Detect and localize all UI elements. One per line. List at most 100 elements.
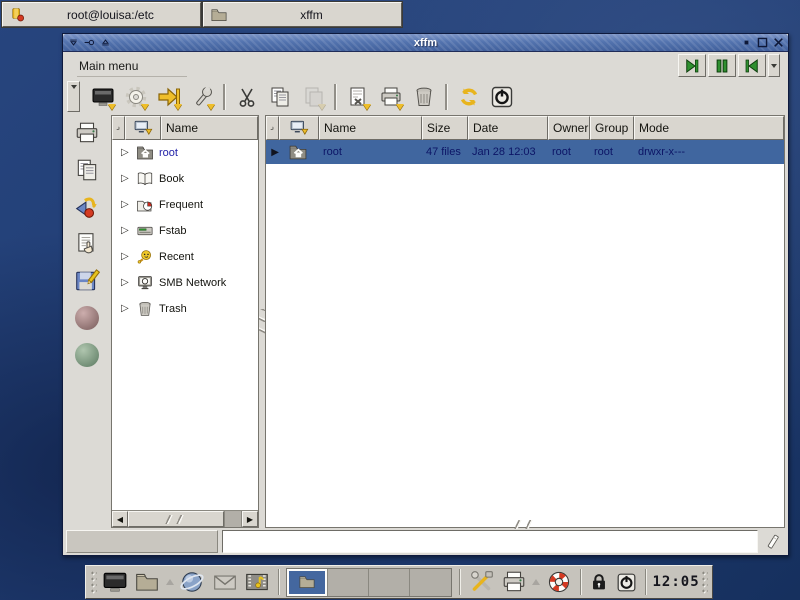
panel-settings-launcher[interactable] [467,568,496,596]
launcher-menu-arrow-icon[interactable] [532,579,540,585]
tree-header-handle[interactable]: › [112,116,125,140]
panel-browser-launcher[interactable] [178,568,207,596]
panel-help-launcher[interactable] [544,568,573,596]
skip-forward-button[interactable] [678,54,706,77]
side-print-button[interactable] [71,118,103,148]
workspace-2[interactable] [328,569,369,596]
file-row-root-selected[interactable]: ▶ root 47 files Jan 28 12:03 root root d… [266,140,784,164]
settings-button[interactable] [119,81,152,113]
tree-item-root[interactable]: ▷ root [112,140,258,166]
taskbar-button-terminal[interactable]: root@louisa:/etc [2,2,201,27]
home-folder-icon [287,143,319,162]
panel-terminal-launcher[interactable] [101,568,130,596]
taskbar-button-label: xffm [228,8,395,22]
tools-button[interactable] [185,81,218,113]
toolbar-collapse-handle[interactable] [67,81,80,112]
cut-button[interactable] [230,81,263,113]
paste-button[interactable] [296,81,329,113]
print-button[interactable] [374,81,407,113]
list-header-name[interactable]: Name [319,116,422,140]
expander-icon[interactable]: ▷ [121,148,135,158]
list-header-group[interactable]: Group [590,116,634,140]
maximize-icon[interactable] [755,36,769,50]
taskbar-button-xffm[interactable]: xffm [203,2,402,27]
panel-files-launcher[interactable] [133,568,162,596]
chevron-down-icon [71,85,77,89]
side-save-button[interactable] [71,266,103,296]
panel-grip-handle[interactable] [701,570,708,594]
file-name: root [319,146,422,158]
tree-item-frequent[interactable]: ▷ Frequent [112,192,258,218]
main-menu-item[interactable]: Main menu [77,55,187,77]
expander-icon[interactable]: ▷ [121,200,135,210]
launcher-menu-arrow-icon[interactable] [166,579,174,585]
panel-media-launcher[interactable] [243,568,272,596]
list-body[interactable] [266,164,784,527]
tree-header-icon-cell[interactable] [125,116,161,140]
tree-item-smb-network[interactable]: ▷ SMB Network [112,270,258,296]
pin-icon[interactable] [82,36,96,50]
tree-item-label: Trash [159,303,187,315]
terminal-button[interactable] [86,81,119,113]
workspace-1-active[interactable] [287,569,328,596]
expander-icon[interactable]: ▷ [121,174,135,184]
copy-icon [74,157,100,183]
titlebar[interactable]: xffm [63,34,788,52]
monitor-icon [289,118,309,138]
quit-button[interactable] [485,81,518,113]
side-differ-button[interactable] [71,192,103,222]
main-area: › Name ▷ root ▷ Book [63,114,788,530]
expander-icon[interactable]: ▷ [121,252,135,262]
package-icon [9,6,27,24]
side-copy-button[interactable] [71,155,103,185]
tree-horizontal-scrollbar[interactable]: ◀ ▶ [112,510,258,527]
panel-grip-handle[interactable] [90,570,97,594]
list-header-size[interactable]: Size [422,116,468,140]
eject-icon[interactable] [98,36,112,50]
tree-item-label: SMB Network [159,277,226,289]
mail-icon [212,569,238,595]
scrollbar-track[interactable] [224,511,242,527]
side-touch-button[interactable] [71,229,103,259]
tree-item-book[interactable]: ▷ Book [112,166,258,192]
scrollbar-thumb[interactable] [128,511,224,527]
minimize-icon[interactable] [739,36,753,50]
window-title: xffm [115,37,736,49]
tree-item-recent[interactable]: ▷ Recent [112,244,258,270]
nav-more-handle[interactable] [768,54,780,77]
goto-button[interactable] [152,81,185,113]
tree-item-trash[interactable]: ▷ Trash [112,296,258,322]
document-tools-button[interactable] [341,81,374,113]
pause-button[interactable] [708,54,736,77]
trash-button[interactable] [407,81,440,113]
workspace-4[interactable] [410,569,451,596]
scroll-right-arrow-icon[interactable]: ▶ [242,511,258,527]
expander-icon[interactable]: ▶ [271,147,279,158]
panel-clock[interactable]: 12:05 [653,574,698,590]
list-header-mode[interactable]: Mode [634,116,784,140]
tree-item-fstab[interactable]: ▷ Fstab [112,218,258,244]
panel-lock-button[interactable] [588,568,611,596]
shade-icon[interactable] [66,36,80,50]
list-header-icon-cell[interactable] [279,116,319,140]
expander-icon[interactable]: ▷ [121,226,135,236]
status-entry[interactable] [222,530,758,553]
expander-icon[interactable]: ▷ [121,278,135,288]
panel-mail-launcher[interactable] [210,568,239,596]
panel-quit-button[interactable] [615,568,638,596]
workspace-3[interactable] [369,569,410,596]
tree-header-name[interactable]: Name [161,116,258,140]
skip-back-button[interactable] [738,54,766,77]
scroll-left-arrow-icon[interactable]: ◀ [112,511,128,527]
list-header-handle[interactable]: › [266,116,279,140]
list-header-date[interactable]: Date [468,116,548,140]
copy-button[interactable] [263,81,296,113]
list-header-owner[interactable]: Owner [548,116,590,140]
expander-icon[interactable]: ▷ [121,304,135,314]
close-icon[interactable] [771,36,785,50]
refresh-button[interactable] [452,81,485,113]
grip-icon[interactable] [514,520,536,529]
eraser-chalk-icon[interactable] [758,532,788,552]
panel-print-launcher[interactable] [500,568,529,596]
home-folder-icon [135,144,159,162]
